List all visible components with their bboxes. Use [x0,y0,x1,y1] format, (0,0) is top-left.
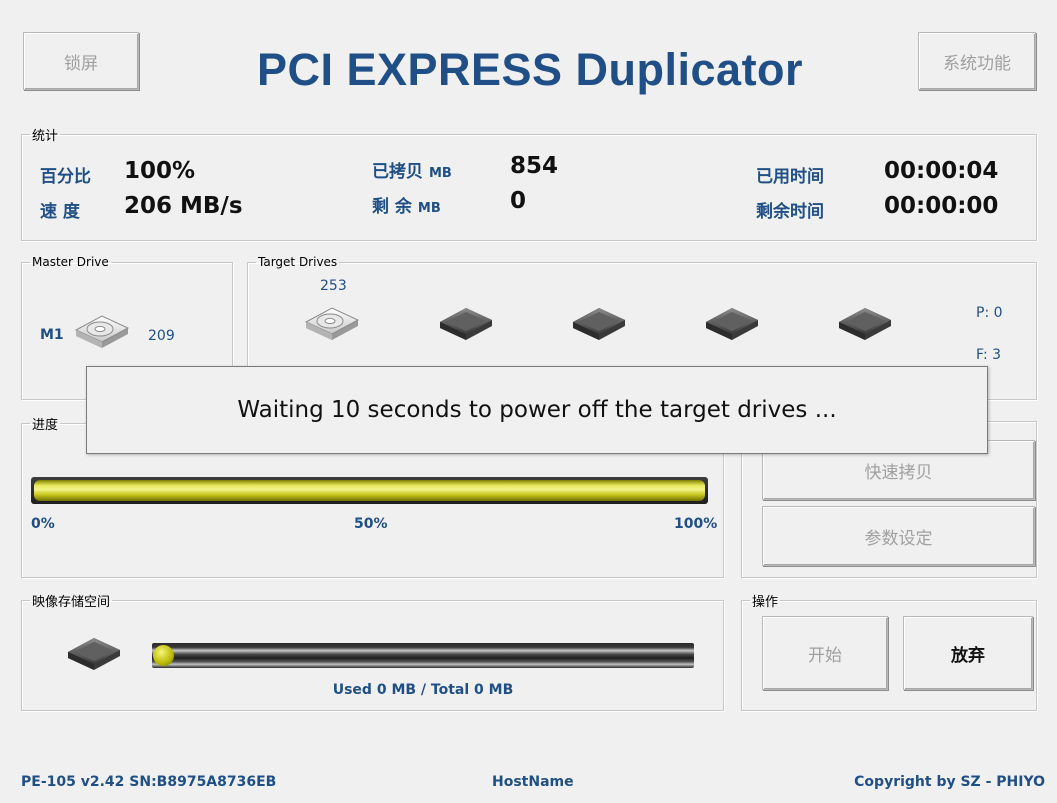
app-title: PCI EXPRESS Duplicator [256,44,804,95]
time-left-value: 00:00:00 [884,193,999,219]
master-hdd-icon[interactable] [72,306,132,350]
parameter-settings-button[interactable]: 参数设定 [762,506,1035,566]
elapsed-label: 已用时间 [756,167,824,187]
remain-label-group: 剩 余 MB [372,192,441,217]
copied-label: 已拷贝 [372,162,423,182]
copied-value: 854 [510,153,559,179]
target-a5-hdd-icon[interactable] [835,298,895,342]
progress-bar [31,477,708,504]
storage-usage-bar [152,643,694,668]
master-drive-legend: Master Drive [32,255,109,269]
percent-value: 100% [124,158,196,184]
image-storage-legend: 映像存储空间 [32,595,111,610]
status-dialog-message: Waiting 10 seconds to power off the targ… [237,397,837,423]
storage-hdd-icon [64,628,124,672]
master-drive-value: 209 [148,328,175,344]
progress-legend: 进度 [32,418,59,433]
stats-legend: 统计 [32,129,59,144]
progress-bar-fill [34,480,705,501]
progress-tick-50: 50% [354,516,388,532]
storage-usage-text: Used 0 MB / Total 0 MB [332,682,514,698]
abort-button[interactable]: 放弃 [903,616,1033,690]
target-a3-hdd-icon[interactable] [569,298,629,342]
speed-label: 速 度 [40,202,80,222]
master-drive-name: M1 [40,327,64,343]
hostname-label: HostName [492,774,574,790]
fail-count: F: 3 [976,347,1002,363]
pass-count: P: 0 [976,305,1003,321]
elapsed-value: 00:00:04 [884,158,999,184]
status-dialog: Waiting 10 seconds to power off the targ… [86,366,988,454]
remain-label: 剩 余 [372,197,412,217]
copyright-label: Copyright by SZ - PHIYO [854,774,1045,790]
version-info: PE-105 v2.42 SN:B8975A8736EB [21,774,277,790]
system-functions-button[interactable]: 系统功能 [918,32,1036,90]
storage-usage-fill [153,645,174,666]
time-left-label: 剩余时间 [756,202,824,222]
progress-tick-100: 100% [674,516,718,532]
start-button[interactable]: 开始 [762,616,888,690]
copied-unit: MB [429,166,452,181]
target-a1-hdd-icon[interactable] [302,298,362,342]
operations-legend: 操作 [752,595,779,610]
copied-label-group: 已拷贝 MB [372,157,452,182]
target-a1-value: 253 [320,278,347,294]
target-drives-legend: Target Drives [258,255,338,269]
percent-label: 百分比 [40,167,91,187]
remain-value: 0 [510,188,527,214]
target-a2-hdd-icon[interactable] [436,298,496,342]
progress-tick-0: 0% [31,516,55,532]
lock-screen-button[interactable]: 锁屏 [23,32,139,90]
speed-value: 206 MB/s [124,193,243,219]
target-a4-hdd-icon[interactable] [702,298,762,342]
remain-unit: MB [417,201,441,216]
